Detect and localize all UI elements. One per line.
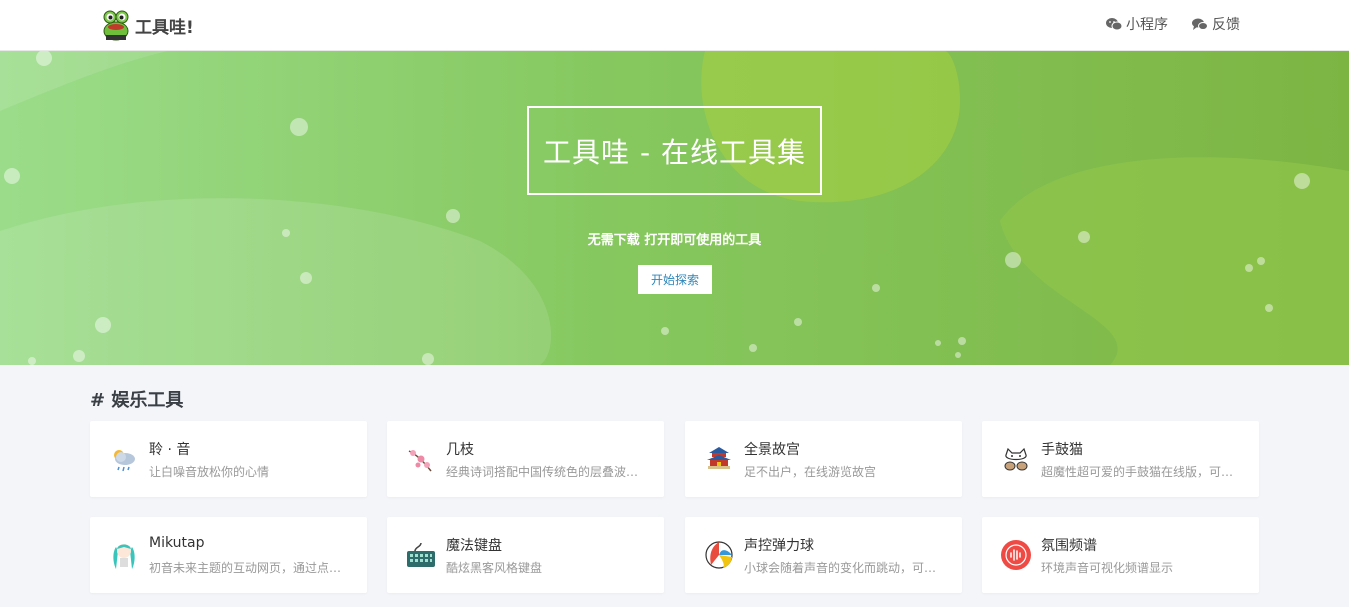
wechat-icon [1106, 18, 1122, 31]
card-title: 几枝 [446, 442, 474, 458]
nav-miniprogram-label: 小程序 [1126, 17, 1168, 33]
card-title: 聆 · 音 [149, 442, 191, 458]
card-description: 酷炫黑客风格键盘 [446, 561, 543, 575]
top-navbar: 工具哇! 小程序 反馈 [0, 0, 1349, 51]
keyboard-icon [407, 542, 435, 567]
bongo-cat-icon [1004, 447, 1028, 471]
card-description: 环境声音可视化频谱显示 [1041, 561, 1174, 575]
plum-blossom-icon [408, 450, 432, 472]
card-title: 声控弹力球 [744, 538, 814, 554]
card-description: 经典诗词搭配中国传统色的层叠波浪效果 [446, 465, 646, 479]
tool-card[interactable]: Mikutap 初音未来主题的互动网页，通过点击键盘演奏 [90, 517, 367, 593]
tool-card[interactable]: 全景故宫 足不出户，在线游览故宫 [685, 421, 962, 497]
hero-banner: 工具哇 - 在线工具集 无需下载 打开即可使用的工具 开始探索 [0, 51, 1349, 365]
beach-ball-icon [705, 541, 733, 569]
card-title: 魔法键盘 [446, 538, 502, 554]
card-title: 全景故宫 [744, 442, 800, 458]
brand-name: 工具哇! [135, 17, 194, 38]
hero-background-shapes [0, 51, 1349, 365]
card-description: 小球会随着声音的变化而跳动，可以用来发泄 [744, 561, 944, 575]
tool-card[interactable]: 魔法键盘 酷炫黑客风格键盘 [387, 517, 664, 593]
palace-icon [707, 447, 731, 469]
card-title: 氛围频谱 [1041, 538, 1097, 554]
start-explore-button[interactable]: 开始探索 [638, 265, 712, 294]
hero-title: 工具哇 - 在线工具集 [527, 106, 822, 195]
frog-logo-icon [103, 10, 129, 41]
rain-cloud-icon [114, 450, 135, 472]
comments-icon [1192, 18, 1208, 30]
card-title: 手鼓猫 [1041, 442, 1083, 458]
nav-feedback-label: 反馈 [1212, 17, 1240, 33]
spectrum-icon [1001, 540, 1031, 570]
card-title: Mikutap [149, 535, 205, 551]
nav-feedback[interactable]: 反馈 [1192, 14, 1240, 34]
card-description: 超魔性超可爱的手鼓猫在线版，可以自由敲打 [1041, 465, 1241, 479]
tool-card[interactable]: 聆 · 音 让白噪音放松你的心情 [90, 421, 367, 497]
tool-card[interactable]: 声控弹力球 小球会随着声音的变化而跳动，可以用来发泄 [685, 517, 962, 593]
top-nav: 小程序 反馈 [1106, 14, 1240, 34]
nav-miniprogram[interactable]: 小程序 [1106, 14, 1168, 34]
card-description: 让白噪音放松你的心情 [149, 465, 270, 479]
hero-subtitle: 无需下载 打开即可使用的工具 [587, 233, 762, 248]
brand-link[interactable]: 工具哇! [101, 9, 194, 41]
section-title-entertainment: # 娱乐工具 [90, 390, 184, 411]
tool-card[interactable]: 手鼓猫 超魔性超可爱的手鼓猫在线版，可以自由敲打 [982, 421, 1259, 497]
card-description: 足不出户，在线游览故宫 [744, 465, 877, 479]
tool-card[interactable]: 氛围频谱 环境声音可视化频谱显示 [982, 517, 1259, 593]
card-description: 初音未来主题的互动网页，通过点击键盘演奏 [149, 561, 349, 575]
tool-card[interactable]: 几枝 经典诗词搭配中国传统色的层叠波浪效果 [387, 421, 664, 497]
miku-icon [113, 544, 135, 569]
